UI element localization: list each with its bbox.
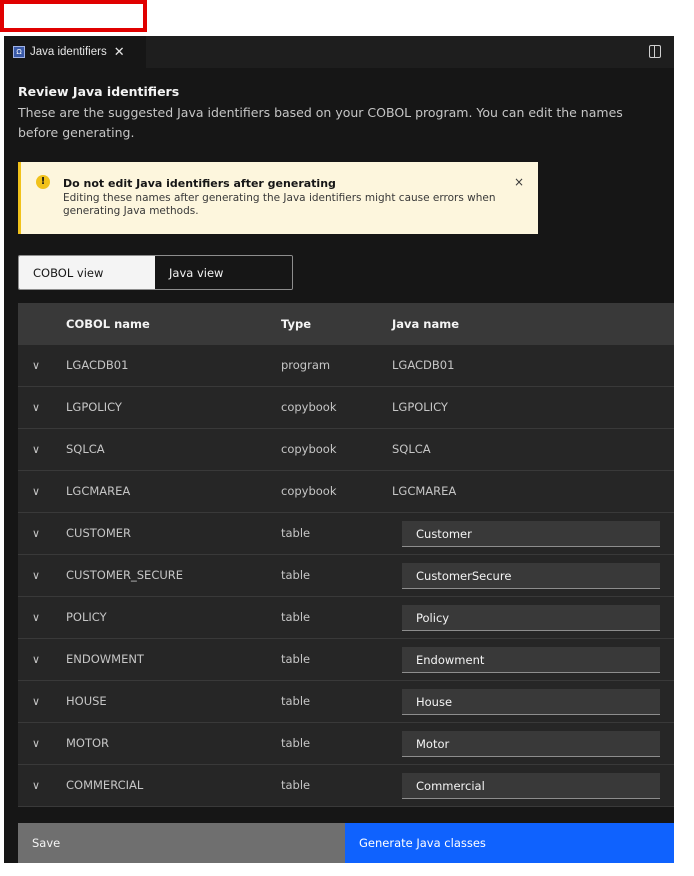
table-row[interactable]: ∨ HOUSE table (18, 681, 674, 723)
chevron-down-icon[interactable]: ∨ (32, 471, 40, 512)
cobol-name-cell: LGPOLICY (66, 400, 122, 414)
chevron-down-icon[interactable]: ∨ (32, 513, 40, 554)
cobol-name-cell: MOTOR (66, 736, 110, 750)
chevron-down-icon[interactable]: ∨ (32, 597, 40, 638)
cobol-name-cell: CUSTOMER (66, 526, 132, 540)
page-title: Review Java identifiers (18, 84, 180, 99)
chevron-down-icon[interactable]: ∨ (32, 765, 40, 806)
cobol-name-cell: POLICY (66, 610, 107, 624)
warning-notification: ! Do not edit Java identifiers after gen… (18, 162, 538, 234)
java-name-cell: LGACDB01 (392, 358, 455, 372)
java-name-input[interactable] (402, 731, 660, 757)
header-java-name: Java name (392, 317, 460, 331)
save-button[interactable]: Save (18, 823, 345, 863)
header-type: Type (281, 317, 312, 331)
java-name-input[interactable] (402, 521, 660, 547)
table-row[interactable]: ∨ ENDOWMENT table (18, 639, 674, 681)
type-cell: table (281, 610, 311, 624)
page-description: These are the suggested Java identifiers… (18, 105, 623, 140)
header-cobol-name: COBOL name (66, 317, 150, 331)
table-row[interactable]: ∨ LGPOLICY copybook LGPOLICY (18, 387, 674, 429)
java-name-input[interactable] (402, 563, 660, 589)
code-file-icon: Ω (13, 46, 25, 58)
type-cell: table (281, 568, 311, 582)
table-row[interactable]: ∨ COMMERCIAL table (18, 765, 674, 807)
java-name-cell: LGCMAREA (392, 484, 457, 498)
java-name-input[interactable] (402, 689, 660, 715)
type-cell: table (281, 778, 311, 792)
close-icon[interactable]: ✕ (114, 46, 125, 59)
cobol-view-button[interactable]: COBOL view (19, 256, 155, 289)
java-name-input[interactable] (402, 773, 660, 799)
view-switcher: COBOL view Java view (18, 255, 293, 290)
type-cell: table (281, 526, 311, 540)
chevron-down-icon[interactable]: ∨ (32, 639, 40, 680)
chevron-down-icon[interactable]: ∨ (32, 555, 40, 596)
cobol-name-cell: COMMERCIAL (66, 778, 144, 792)
type-cell: copybook (281, 442, 337, 456)
type-cell: program (281, 358, 331, 372)
cobol-name-cell: ENDOWMENT (66, 652, 144, 666)
notification-close-icon[interactable]: × (514, 175, 524, 189)
type-cell: table (281, 736, 311, 750)
type-cell: copybook (281, 400, 337, 414)
type-cell: copybook (281, 484, 337, 498)
type-cell: table (281, 694, 311, 708)
chevron-down-icon[interactable]: ∨ (32, 387, 40, 428)
java-name-input[interactable] (402, 647, 660, 673)
cobol-name-cell: LGCMAREA (66, 484, 131, 498)
chevron-down-icon[interactable]: ∨ (32, 723, 40, 764)
java-view-button[interactable]: Java view (155, 256, 292, 289)
table-header: COBOL name Type Java name (18, 303, 674, 345)
java-name-input[interactable] (402, 605, 660, 631)
tab-label: Java identifiers (30, 46, 107, 58)
table-row[interactable]: ∨ MOTOR table (18, 723, 674, 765)
tab-highlight-box (0, 0, 147, 32)
table-row[interactable]: ∨ SQLCA copybook SQLCA (18, 429, 674, 471)
chevron-down-icon[interactable]: ∨ (32, 681, 40, 722)
warning-icon: ! (36, 175, 50, 189)
table-row[interactable]: ∨ LGACDB01 program LGACDB01 (18, 345, 674, 387)
identifiers-table: COBOL name Type Java name ∨ LGACDB01 progr… (18, 303, 674, 807)
split-editor-icon[interactable] (649, 45, 661, 58)
cobol-name-cell: SQLCA (66, 442, 105, 456)
notification-title: Do not edit Java identifiers after gener… (63, 177, 336, 190)
java-name-cell: SQLCA (392, 442, 431, 456)
chevron-down-icon[interactable]: ∨ (32, 429, 40, 470)
cobol-name-cell: CUSTOMER_SECURE (66, 568, 184, 582)
footer-actions: Save Generate Java classes (18, 823, 674, 863)
chevron-down-icon[interactable]: ∨ (32, 345, 40, 386)
cobol-name-cell: LGACDB01 (66, 358, 129, 372)
editor-panel: Ω Java identifiers ✕ Review Java identif… (4, 36, 674, 863)
generate-java-classes-button[interactable]: Generate Java classes (345, 823, 674, 863)
table-row[interactable]: ∨ CUSTOMER table (18, 513, 674, 555)
notification-body: Editing these names after generating the… (63, 192, 496, 217)
type-cell: table (281, 652, 311, 666)
cobol-name-cell: HOUSE (66, 694, 107, 708)
tab-java-identifiers[interactable]: Ω Java identifiers ✕ (4, 36, 146, 68)
table-row[interactable]: ∨ POLICY table (18, 597, 674, 639)
java-name-cell: LGPOLICY (392, 400, 448, 414)
table-body: ∨ LGACDB01 program LGACDB01 ∨ LGPOLICY copyboo… (18, 345, 674, 807)
table-row[interactable]: ∨ CUSTOMER_SECURE table (18, 555, 674, 597)
table-row[interactable]: ∨ LGCMAREA copybook LGCMAREA (18, 471, 674, 513)
tab-bar: Ω Java identifiers ✕ (4, 36, 674, 68)
